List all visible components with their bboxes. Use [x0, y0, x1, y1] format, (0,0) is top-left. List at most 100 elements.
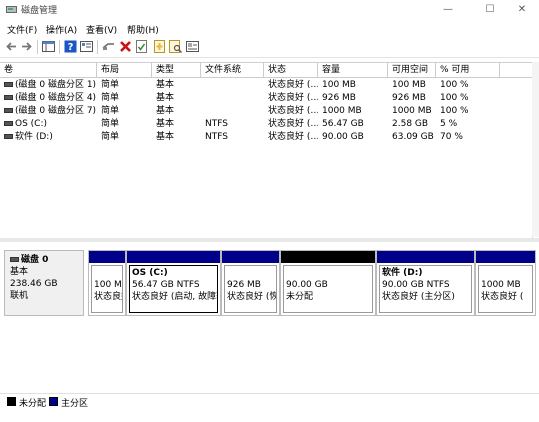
cell-free-space: 1000 MB — [388, 105, 436, 117]
partition-block[interactable]: 926 MB 状态良好 (恢 — [221, 250, 280, 316]
cell-free-space: 100 MB — [388, 79, 436, 91]
menu-help[interactable]: 帮助(H) — [127, 23, 159, 36]
menu-action[interactable]: 操作(A) — [46, 23, 77, 36]
partition-type-bar — [476, 251, 535, 263]
partition-size: 90.00 GB — [286, 280, 328, 290]
help-icon[interactable]: ? — [64, 40, 77, 53]
cell-volume: (磁盘 0 磁盘分区 1) — [0, 79, 97, 91]
partition-info: 926 MB 状态良好 (恢 — [224, 265, 277, 313]
cell-capacity: 926 MB — [318, 92, 388, 104]
cell-text: 状态良好 (… — [268, 93, 318, 103]
partition-block[interactable]: 软件 (D:) 90.00 GB NTFS 状态良好 (主分区) — [376, 250, 475, 316]
properties-icon[interactable] — [80, 40, 93, 53]
connect-icon[interactable] — [102, 40, 115, 53]
cell-text: 90.00 GB — [322, 132, 364, 142]
cell-text: (磁盘 0 磁盘分区 1) — [15, 80, 97, 90]
partition-size: 90.00 GB NTFS — [382, 280, 450, 290]
cell-text: OS (C:) — [15, 119, 47, 129]
toolbar-separator — [59, 40, 60, 54]
disk-icon — [10, 257, 19, 262]
window-title: 磁盘管理 — [21, 6, 58, 16]
cell-layout: 简单 — [97, 105, 152, 117]
column-header-free-space[interactable]: 可用空间 — [388, 63, 436, 78]
cell-text: 状态良好 (… — [268, 132, 318, 142]
column-header-type[interactable]: 类型 — [152, 63, 201, 78]
partition-block[interactable]: 90.00 GB 未分配 — [280, 250, 376, 316]
partition-size: 100 MI — [94, 280, 123, 290]
partition-block[interactable]: 1000 MB 状态良好 ( — [475, 250, 536, 316]
legend-unallocated-swatch — [7, 397, 16, 406]
table-row[interactable]: (磁盘 0 磁盘分区 1) 简单 基本 状态良好 (… 100 MB 100 MB 100 … — [0, 79, 532, 91]
cell-type: 基本 — [152, 105, 201, 117]
cell-type: 基本 — [152, 92, 201, 104]
cell-free-space: 2.58 GB — [388, 118, 436, 130]
volume-list-scrollbar[interactable] — [532, 62, 539, 237]
partition-status: 状态良好 (恢 — [227, 292, 277, 302]
table-row[interactable]: (磁盘 0 磁盘分区 7) 简单 基本 状态良好 (… 1000 MB 1000 MB 10… — [0, 105, 532, 117]
maximize-button[interactable]: ☐ — [473, 0, 507, 20]
partition-name — [286, 267, 370, 279]
forward-arrow-icon[interactable] — [20, 40, 33, 53]
cell-text: 简单 — [101, 93, 120, 103]
cell-free-space: 926 MB — [388, 92, 436, 104]
cell-text: 基本 — [156, 93, 175, 103]
table-row[interactable]: OS (C:) 简单 基本 NTFS 状态良好 (… 56.47 GB 2.58 GB 5 % — [0, 118, 532, 130]
cell-status: 状态良好 (… — [264, 92, 318, 104]
column-header-status[interactable]: 状态 — [264, 63, 318, 78]
cell-layout: 简单 — [97, 131, 152, 143]
cell-status: 状态良好 (… — [264, 131, 318, 143]
legend-primary-label: 主分区 — [61, 399, 89, 409]
check-icon[interactable] — [135, 40, 148, 53]
cell-text: 基本 — [156, 80, 175, 90]
cell-status: 状态良好 (… — [264, 79, 318, 91]
column-header-filesystem[interactable]: 文件系统 — [201, 63, 264, 78]
partition-name: OS (C:) — [132, 268, 168, 278]
settings-icon[interactable] — [186, 40, 199, 53]
partition-name — [227, 267, 274, 279]
partition-type-bar — [222, 251, 279, 263]
minimize-button[interactable]: — — [431, 0, 465, 20]
column-header-layout[interactable]: 布局 — [97, 63, 152, 78]
cell-text: 1000 MB — [322, 106, 362, 116]
disk-0-label[interactable]: 磁盘 0 基本 238.46 GB 联机 — [4, 250, 84, 316]
column-header-capacity[interactable]: 容量 — [318, 63, 388, 78]
disk-name: 磁盘 0 — [21, 255, 49, 265]
disk-graph-pane: 磁盘 0 基本 238.46 GB 联机 100 MI 状态良好 OS (C:) 56… — [0, 242, 539, 389]
cell-capacity: 90.00 GB — [318, 131, 388, 143]
cell-text: 基本 — [156, 106, 175, 116]
cell-text: 状态良好 (… — [268, 119, 318, 129]
cell-volume: 软件 (D:) — [0, 131, 97, 143]
partition-info: OS (C:) 56.47 GB NTFS 状态良好 (启动, 故障转 — [129, 265, 218, 313]
column-header-percent-free[interactable]: % 可用 — [436, 63, 500, 78]
cell-text: 简单 — [101, 132, 120, 142]
cell-text: 简单 — [101, 119, 120, 129]
menu-file[interactable]: 文件(F) — [7, 23, 37, 36]
disk-name-row: 磁盘 0 — [10, 254, 78, 266]
column-header-filler — [500, 63, 532, 78]
menu-bar: 文件(F) 操作(A) 查看(V) 帮助(H) — [0, 20, 539, 37]
cell-filesystem — [201, 105, 264, 117]
partition-status: 未分配 — [286, 292, 314, 302]
partition-block[interactable]: OS (C:) 56.47 GB NTFS 状态良好 (启动, 故障转 — [126, 250, 221, 316]
search-icon[interactable] — [169, 40, 182, 53]
table-row[interactable]: (磁盘 0 磁盘分区 4) 简单 基本 状态良好 (… 926 MB 926 MB 100 … — [0, 92, 532, 104]
menu-view[interactable]: 查看(V) — [86, 23, 117, 36]
console-tree-icon[interactable] — [42, 40, 55, 53]
delete-icon[interactable] — [119, 40, 132, 53]
partition-name — [94, 267, 120, 279]
volume-icon — [4, 82, 13, 87]
cell-text: 100 MB — [392, 80, 426, 90]
column-header-volume[interactable]: 卷 — [0, 63, 97, 78]
disk-management-window: 磁盘管理 — ☐ ✕ 文件(F) 操作(A) 查看(V) 帮助(H) ? 卷 布… — [0, 0, 539, 421]
title-bar: 磁盘管理 — ☐ ✕ — [0, 0, 539, 20]
cell-text: 状态良好 (… — [268, 80, 318, 90]
back-arrow-icon[interactable] — [5, 40, 18, 53]
close-button[interactable]: ✕ — [505, 0, 539, 20]
partition-status: 状态良好 (启动, 故障转 — [132, 292, 218, 302]
cell-type: 基本 — [152, 79, 201, 91]
partition-block[interactable]: 100 MI 状态良好 — [88, 250, 126, 316]
cell-percent-free: 100 % — [436, 79, 500, 91]
table-row[interactable]: 软件 (D:) 简单 基本 NTFS 状态良好 (… 90.00 GB 63.09 GB 70… — [0, 131, 532, 143]
new-volume-icon[interactable] — [153, 40, 166, 53]
disk-status: 联机 — [10, 291, 29, 301]
